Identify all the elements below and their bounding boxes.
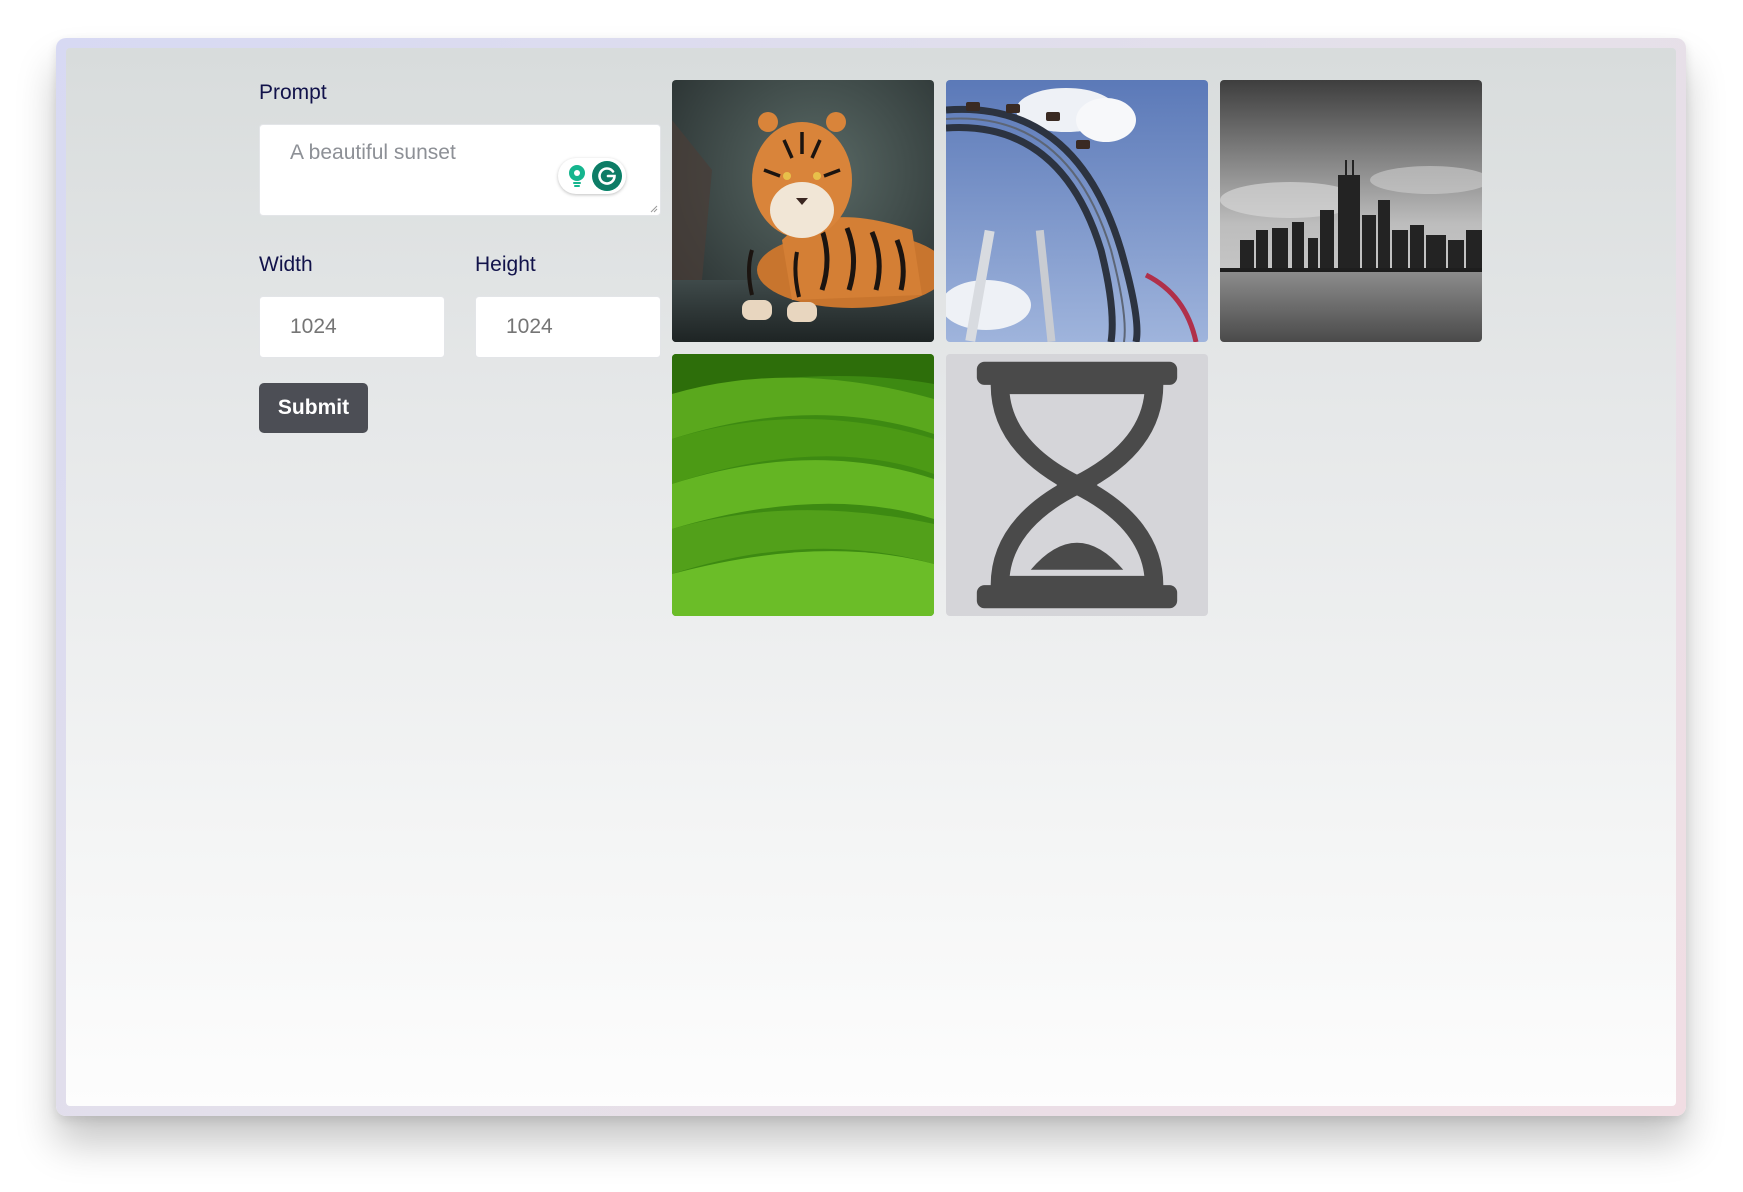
lightbulb-icon[interactable] (566, 164, 588, 188)
green-hills-image (672, 354, 934, 616)
prompt-label: Prompt (259, 81, 327, 104)
gallery-image-roller-coaster[interactable] (946, 80, 1208, 342)
grammarly-widget[interactable] (558, 158, 626, 194)
city-skyline-image (1220, 80, 1482, 342)
dimensions-row: Width Height (259, 252, 661, 358)
gallery-pending-tile (946, 354, 1208, 616)
width-input[interactable] (259, 296, 445, 358)
gallery-image-city-skyline[interactable] (1220, 80, 1482, 342)
height-input[interactable] (475, 296, 661, 358)
width-group: Width (259, 252, 445, 358)
image-gallery (672, 80, 1486, 616)
width-label: Width (259, 253, 313, 276)
height-label: Height (475, 253, 536, 276)
roller-coaster-image (946, 80, 1208, 342)
height-group: Height (475, 252, 661, 358)
app-viewport: Prompt A beautiful sunset Width 1024 Hei… (66, 48, 1676, 1106)
grammarly-icon[interactable] (592, 161, 622, 191)
gallery-image-green-hills[interactable] (672, 354, 934, 616)
generation-form: Prompt A beautiful sunset Width 1024 Hei… (259, 80, 661, 433)
gallery-image-tiger[interactable] (672, 80, 934, 342)
prompt-field-container (259, 124, 661, 216)
browser-window-frame: Prompt A beautiful sunset Width 1024 Hei… (56, 38, 1686, 1116)
submit-button[interactable]: Submit (259, 383, 368, 433)
hourglass-icon (976, 361, 1178, 609)
resize-grip-icon[interactable] (650, 205, 658, 213)
tiger-image (672, 80, 934, 342)
